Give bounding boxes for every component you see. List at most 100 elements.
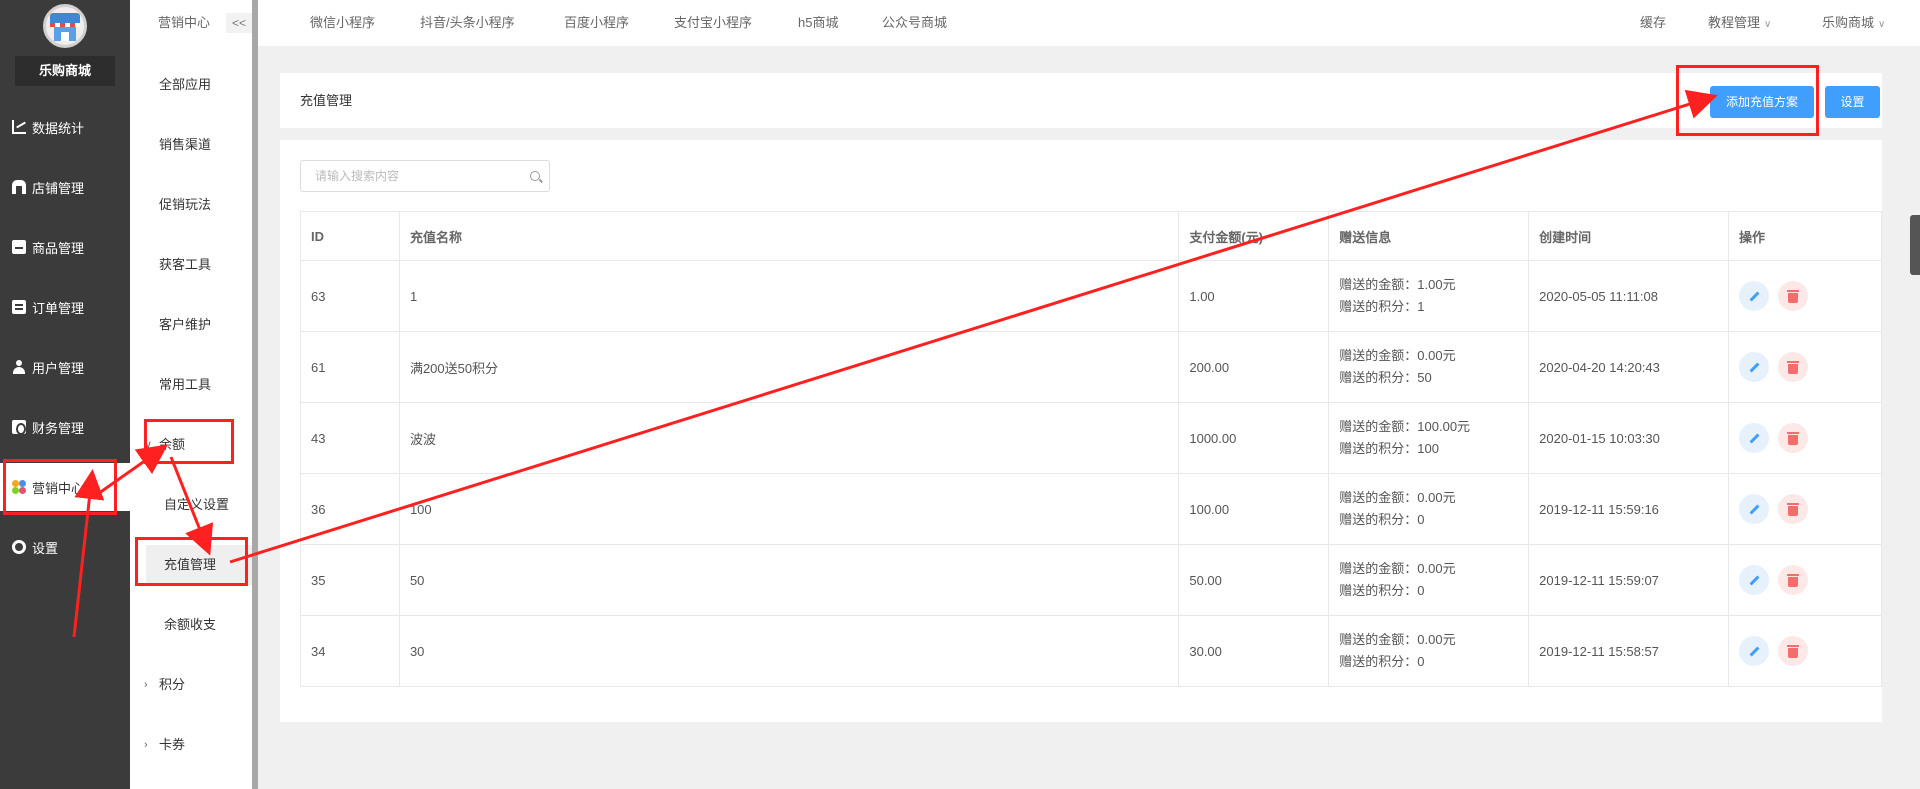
gift-amount: 赠送的金额：100.00元 [1339,419,1471,434]
shop-menu[interactable]: 乐购商城 ∨ [1822,0,1885,46]
search-input[interactable] [301,161,511,191]
top-nav: 微信小程序 抖音/头条小程序 百度小程序 支付宝小程序 h5商城 公众号商城 缓… [258,0,1920,46]
user-icon [12,360,26,374]
cell-pay: 200.00 [1178,331,1330,403]
cell-created: 2020-01-15 10:03:30 [1528,402,1730,474]
gift-amount: 赠送的金额：0.00元 [1339,348,1456,363]
subnav-group-points[interactable]: › 积分 [130,665,252,705]
edit-icon[interactable] [1739,281,1770,311]
subnav-group-coupons[interactable]: › 卡券 [130,725,252,765]
sidebar-item-data-stats[interactable]: 数据统计 [0,103,130,151]
trash-icon[interactable] [1778,636,1809,666]
annotation-box-add-button [1676,65,1819,136]
edit-icon[interactable] [1739,494,1770,524]
subnav-group-label: 卡券 [159,737,186,752]
goods-icon [12,240,26,254]
cell-name: 50 [398,544,1180,616]
sidebar-item-store[interactable]: 店铺管理 [0,163,130,211]
search-box [300,160,550,192]
sidebar-item-settings[interactable]: 设置 [0,523,130,571]
edit-icon[interactable] [1739,423,1770,453]
collapse-button[interactable]: << [226,13,252,33]
edit-icon[interactable] [1739,636,1770,666]
cell-actions [1728,402,1882,474]
cell-gift: 赠送的金额：0.00元 赠送的积分：50 [1328,331,1530,403]
subnav-item-all-apps[interactable]: 全部应用 [130,65,252,105]
store-icon [12,180,26,194]
table-row: 63 1 1.00 赠送的金额：1.00元 赠送的积分：1 2020-05-05 … [300,260,1882,332]
tab-baidu-miniapp[interactable]: 百度小程序 [564,0,629,46]
gift-points: 赠送的积分：0 [1339,654,1425,669]
subnav-item-promotions[interactable]: 促销玩法 [130,185,252,225]
cell-actions [1728,473,1882,545]
sidebar-item-orders[interactable]: 订单管理 [0,283,130,331]
trash-icon[interactable] [1778,565,1809,595]
annotation-box-balance [144,419,234,464]
subnav-item-common-tools[interactable]: 常用工具 [130,365,252,405]
cell-pay: 50.00 [1178,544,1330,616]
sidebar-item-users[interactable]: 用户管理 [0,343,130,391]
tab-douyin-miniapp[interactable]: 抖音/头条小程序 [420,0,515,46]
sidebar-item-label: 订单管理 [32,300,85,316]
cell-pay: 30.00 [1178,615,1330,687]
column-header-created-at: 创建时间 [1528,211,1730,261]
main-sidebar: 乐购商城 数据统计 店铺管理 商品管理 订单管理 用户管理 财务管理 营销中心 … [0,0,130,789]
cell-id: 35 [300,544,400,616]
cell-id: 61 [300,331,400,403]
sidebar-scrollbar[interactable] [252,0,258,789]
cell-gift: 赠送的金额：0.00元 赠送的积分：0 [1328,473,1530,545]
gift-amount: 赠送的金额：0.00元 [1339,632,1456,647]
subnav-item-acquisition[interactable]: 获客工具 [130,245,252,285]
table-row: 34 30 30.00 赠送的金额：0.00元 赠送的积分：0 2019-12-1… [300,615,1882,687]
chevron-down-icon: ∨ [1764,19,1772,30]
sidebar-item-finance[interactable]: 财务管理 [0,403,130,451]
chart-icon [12,120,26,134]
cell-id: 43 [300,402,400,474]
cell-id: 36 [300,473,400,545]
search-icon[interactable] [530,171,540,181]
edit-icon[interactable] [1739,565,1770,595]
annotation-box-marketing [3,459,117,515]
subnav-item-balance-ledger[interactable]: 余额收支 [130,605,252,645]
trash-icon[interactable] [1778,494,1809,524]
sidebar-item-label: 设置 [32,540,59,556]
cell-actions [1728,615,1882,687]
tab-wechat-miniapp[interactable]: 微信小程序 [310,0,375,46]
sidebar-item-label: 店铺管理 [32,180,85,196]
cell-pay: 100.00 [1178,473,1330,545]
shop-menu-label: 乐购商城 [1822,15,1875,30]
shop-logo-icon[interactable] [43,4,87,48]
tab-h5-mall[interactable]: h5商城 [798,0,838,46]
settings-button[interactable]: 设置 [1825,86,1880,118]
gift-amount: 赠送的金额：0.00元 [1339,490,1456,505]
cell-pay: 1000.00 [1178,402,1330,474]
finance-icon [12,420,26,435]
gift-points: 赠送的积分：50 [1339,370,1432,385]
tab-official-account-mall[interactable]: 公众号商城 [882,0,947,46]
tab-alipay-miniapp[interactable]: 支付宝小程序 [674,0,752,46]
cache-link[interactable]: 缓存 [1640,0,1666,46]
side-handle[interactable] [1910,215,1920,275]
cell-name: 100 [398,473,1180,545]
subnav-item-custom-settings[interactable]: 自定义设置 [130,485,252,525]
gift-amount: 赠送的金额：1.00元 [1339,277,1456,292]
table-row: 36 100 100.00 赠送的金额：0.00元 赠送的积分：0 2019-12… [300,473,1882,545]
trash-icon[interactable] [1778,423,1809,453]
trash-icon[interactable] [1778,352,1809,382]
sidebar-item-goods[interactable]: 商品管理 [0,223,130,271]
gear-icon [12,540,26,554]
tutorial-menu[interactable]: 教程管理 ∨ [1708,0,1771,46]
sub-sidebar: 营销中心 << 全部应用 销售渠道 促销玩法 获客工具 客户维护 常用工具 ∨ … [130,0,252,789]
cell-name: 30 [398,615,1180,687]
cell-id: 34 [300,615,400,687]
sidebar-item-label: 商品管理 [32,240,85,256]
subnav-item-customer-care[interactable]: 客户维护 [130,305,252,345]
tutorial-menu-label: 教程管理 [1708,15,1761,30]
gift-points: 赠送的积分：100 [1339,441,1439,456]
chevron-right-icon: › [144,739,148,751]
edit-icon[interactable] [1739,352,1770,382]
cell-actions [1728,331,1882,403]
subnav-item-sales-channels[interactable]: 销售渠道 [130,125,252,165]
trash-icon[interactable] [1778,281,1809,311]
cell-gift: 赠送的金额：0.00元 赠送的积分：0 [1328,544,1530,616]
